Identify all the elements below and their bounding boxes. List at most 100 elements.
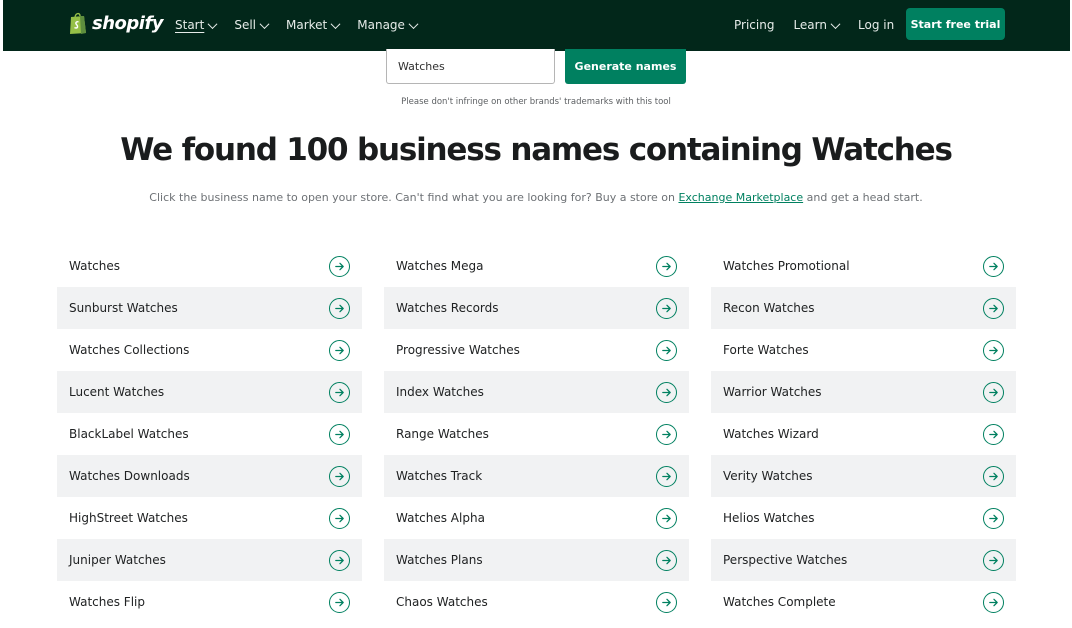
results-subtext: Click the business name to open your sto… xyxy=(0,191,1072,204)
business-name-row[interactable]: Index Watches xyxy=(384,371,689,413)
arrow-right-circle-icon[interactable] xyxy=(329,297,350,319)
business-name-label: Lucent Watches xyxy=(69,385,165,399)
business-name-row[interactable]: Watches Alpha xyxy=(384,497,689,539)
business-name-row[interactable]: Watches xyxy=(57,245,362,287)
secondary-nav: Pricing Learn Log in xyxy=(734,16,894,34)
business-name-row[interactable]: Watches Flip xyxy=(57,581,362,623)
arrow-right-circle-icon[interactable] xyxy=(656,507,677,529)
business-name-label: Index Watches xyxy=(396,385,484,399)
results-column: Watches Sunburst Watches Watches Collectio… xyxy=(57,245,362,623)
nav-manage[interactable]: Manage xyxy=(357,16,419,34)
arrow-right-circle-icon[interactable] xyxy=(329,255,350,277)
business-name-row[interactable]: BlackLabel Watches xyxy=(57,413,362,455)
nav-sell[interactable]: Sell xyxy=(234,16,270,34)
business-keyword-input[interactable] xyxy=(386,49,555,84)
business-name-label: Warrior Watches xyxy=(723,385,822,399)
business-name-label: Watches Track xyxy=(396,469,483,483)
arrow-right-circle-icon[interactable] xyxy=(656,465,677,487)
arrow-right-circle-icon[interactable] xyxy=(983,507,1004,529)
results-column: Watches Promotional Recon Watches Forte Wa… xyxy=(711,245,1016,623)
business-name-label: Helios Watches xyxy=(723,511,815,525)
nav-learn-label: Learn xyxy=(793,18,827,32)
arrow-right-circle-icon[interactable] xyxy=(656,549,677,571)
business-name-label: Watches xyxy=(69,259,120,273)
business-name-label: Watches Plans xyxy=(396,553,483,567)
business-name-row[interactable]: Juniper Watches xyxy=(57,539,362,581)
arrow-right-circle-icon[interactable] xyxy=(329,381,350,403)
arrow-right-circle-icon[interactable] xyxy=(983,297,1004,319)
trademark-disclaimer: Please don't infringe on other brands' t… xyxy=(401,97,671,107)
arrow-right-circle-icon[interactable] xyxy=(983,549,1004,571)
business-name-row[interactable]: Warrior Watches xyxy=(711,371,1016,413)
business-name-label: BlackLabel Watches xyxy=(69,427,189,441)
business-name-row[interactable]: Watches Wizard xyxy=(711,413,1016,455)
business-name-label: Watches Flip xyxy=(69,595,145,609)
arrow-right-circle-icon[interactable] xyxy=(656,297,677,319)
business-name-row[interactable]: Helios Watches xyxy=(711,497,1016,539)
business-name-row[interactable]: Chaos Watches xyxy=(384,581,689,623)
business-name-row[interactable]: Watches Complete xyxy=(711,581,1016,623)
business-name-label: HighStreet Watches xyxy=(69,511,188,525)
subtext-after: and get a head start. xyxy=(803,191,923,204)
shopify-logo[interactable]: shopify xyxy=(68,11,164,35)
exchange-marketplace-link[interactable]: Exchange Marketplace xyxy=(678,191,803,204)
arrow-right-circle-icon[interactable] xyxy=(983,381,1004,403)
arrow-right-circle-icon[interactable] xyxy=(983,591,1004,613)
start-free-trial-button[interactable]: Start free trial xyxy=(906,8,1005,40)
business-name-label: Watches Collections xyxy=(69,343,190,357)
arrow-right-circle-icon[interactable] xyxy=(329,465,350,487)
business-name-label: Sunburst Watches xyxy=(69,301,178,315)
business-name-row[interactable]: Watches Downloads xyxy=(57,455,362,497)
arrow-right-circle-icon[interactable] xyxy=(329,423,350,445)
arrow-right-circle-icon[interactable] xyxy=(983,423,1004,445)
arrow-right-circle-icon[interactable] xyxy=(656,339,677,361)
business-name-row[interactable]: Watches Plans xyxy=(384,539,689,581)
business-name-row[interactable]: Recon Watches xyxy=(711,287,1016,329)
arrow-right-circle-icon[interactable] xyxy=(656,591,677,613)
business-name-label: Watches Downloads xyxy=(69,469,190,483)
business-name-row[interactable]: HighStreet Watches xyxy=(57,497,362,539)
shopify-bag-icon xyxy=(70,12,86,34)
business-name-row[interactable]: Progressive Watches xyxy=(384,329,689,371)
arrow-right-circle-icon[interactable] xyxy=(329,339,350,361)
arrow-right-circle-icon[interactable] xyxy=(983,465,1004,487)
nav-start[interactable]: Start xyxy=(175,16,218,34)
nav-market[interactable]: Market xyxy=(286,16,341,34)
business-name-row[interactable]: Perspective Watches xyxy=(711,539,1016,581)
arrow-right-circle-icon[interactable] xyxy=(656,381,677,403)
business-name-label: Watches Wizard xyxy=(723,427,819,441)
chevron-down-icon xyxy=(259,18,270,29)
business-name-row[interactable]: Watches Records xyxy=(384,287,689,329)
business-name-label: Watches Promotional xyxy=(723,259,850,273)
arrow-right-circle-icon[interactable] xyxy=(983,255,1004,277)
arrow-right-circle-icon[interactable] xyxy=(983,339,1004,361)
business-name-label: Watches Records xyxy=(396,301,499,315)
generate-names-button[interactable]: Generate names xyxy=(565,49,686,84)
business-name-label: Watches Alpha xyxy=(396,511,485,525)
business-name-row[interactable]: Forte Watches xyxy=(711,329,1016,371)
business-name-row[interactable]: Watches Promotional xyxy=(711,245,1016,287)
business-name-row[interactable]: Watches Collections xyxy=(57,329,362,371)
nav-learn[interactable]: Learn xyxy=(793,16,841,34)
business-name-label: Forte Watches xyxy=(723,343,809,357)
business-name-row[interactable]: Range Watches xyxy=(384,413,689,455)
nav-pricing[interactable]: Pricing xyxy=(734,16,774,34)
arrow-right-circle-icon[interactable] xyxy=(329,591,350,613)
nav-login[interactable]: Log in xyxy=(858,16,894,34)
subtext-before: Click the business name to open your sto… xyxy=(149,191,679,204)
business-name-row[interactable]: Verity Watches xyxy=(711,455,1016,497)
nav-sell-label: Sell xyxy=(234,18,256,32)
business-name-row[interactable]: Watches Track xyxy=(384,455,689,497)
arrow-right-circle-icon[interactable] xyxy=(656,255,677,277)
business-name-label: Chaos Watches xyxy=(396,595,488,609)
arrow-right-circle-icon[interactable] xyxy=(329,507,350,529)
business-name-row[interactable]: Lucent Watches xyxy=(57,371,362,413)
arrow-right-circle-icon[interactable] xyxy=(329,549,350,571)
arrow-right-circle-icon[interactable] xyxy=(656,423,677,445)
business-name-row[interactable]: Sunburst Watches xyxy=(57,287,362,329)
business-name-row[interactable]: Watches Mega xyxy=(384,245,689,287)
business-name-label: Verity Watches xyxy=(723,469,813,483)
business-name-label: Watches Mega xyxy=(396,259,484,273)
nav-start-label: Start xyxy=(175,18,205,32)
results-column: Watches Mega Watches Records Progressive W… xyxy=(384,245,689,623)
